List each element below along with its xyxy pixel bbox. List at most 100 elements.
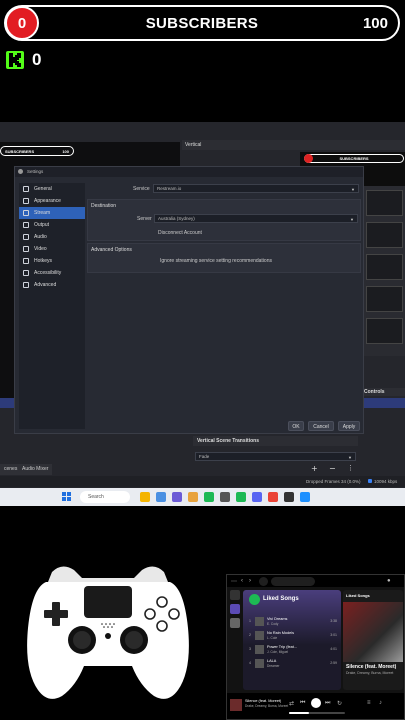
windows-start-icon[interactable] — [62, 492, 72, 502]
playlist-tile[interactable] — [230, 618, 240, 628]
server-select-value: Australia (Sydney) — [158, 216, 195, 221]
track-row[interactable]: 2 No Rain Models L. Cole 3:01 — [249, 630, 339, 642]
now-playing-panel-title: Liked Songs — [346, 593, 370, 598]
track-number: 3 — [249, 647, 251, 651]
sidebar-item-video[interactable]: Video — [19, 243, 85, 255]
sidebar-item-label: Audio — [34, 234, 47, 240]
sidebar-item-general[interactable]: General — [19, 183, 85, 195]
app-icon[interactable] — [236, 492, 246, 502]
destination-title: Destination — [91, 203, 117, 209]
app-icon[interactable] — [188, 492, 198, 502]
ignore-recommendations-checkbox[interactable]: Ignore streaming service setting recomme… — [160, 258, 272, 264]
library-icon[interactable] — [230, 590, 240, 600]
track-art — [255, 631, 264, 640]
app-icon[interactable] — [156, 492, 166, 502]
vertical-scene-transitions-title: Vertical Scene Transitions — [193, 436, 358, 446]
subscriber-goal-bar: 0 SUBSCRIBERS 100 — [4, 5, 400, 41]
volume-icon[interactable]: ♪ — [379, 700, 382, 706]
cancel-button[interactable]: Cancel — [308, 421, 334, 431]
sidebar-item-label: Accessibility — [34, 270, 62, 276]
chrome-icon[interactable] — [268, 492, 278, 502]
track-artist: J. Cole, Miguel — [267, 650, 289, 654]
transition-select[interactable]: Fade ▼ — [195, 452, 356, 461]
wrench-icon — [23, 282, 29, 288]
service-select-value: Restream.io — [157, 186, 182, 191]
sidebar-item-appearance[interactable]: Appearance — [19, 195, 85, 207]
remove-transition-icon[interactable]: − — [329, 464, 336, 473]
queue-icon[interactable]: ≡ — [367, 700, 371, 706]
spotify-search-input[interactable] — [271, 577, 315, 586]
play-playlist-button[interactable] — [249, 594, 260, 605]
kick-follower-count: 0 — [32, 50, 42, 69]
preview-bar-goal: 100 — [62, 149, 69, 154]
avatar[interactable]: ● — [387, 578, 391, 584]
app-icon[interactable] — [172, 492, 182, 502]
dock-panel — [366, 254, 403, 280]
subscriber-goal-title: SUBSCRIBERS — [145, 15, 259, 32]
service-label: Service — [133, 186, 150, 192]
discord-icon[interactable] — [252, 492, 262, 502]
taskbar-search-placeholder: Search — [88, 494, 104, 500]
spotify-top-bar: ⋯ ‹ › ● — [227, 575, 404, 587]
file-explorer-icon[interactable] — [140, 492, 150, 502]
spotify-player-bar: Silence (feat. Moreet) Drake, Dreamy, Bu… — [227, 693, 404, 719]
add-transition-icon[interactable]: + — [311, 464, 318, 473]
controller-icon — [27, 566, 189, 699]
app-icon[interactable] — [220, 492, 230, 502]
service-select[interactable]: Restream.io ▼ — [153, 184, 359, 193]
more-options-icon[interactable]: ⋮ — [347, 464, 354, 472]
sidebar-item-output[interactable]: Output — [19, 219, 85, 231]
sidebar-item-hotkeys[interactable]: Hotkeys — [19, 255, 85, 267]
settings-title: Settings — [27, 169, 44, 174]
tab-audio-mixer[interactable]: Audio Mixer — [18, 464, 53, 475]
now-playing-title: Silence (feat. Moreet) — [346, 664, 397, 670]
spotify-taskbar-icon[interactable] — [204, 492, 214, 502]
playback-progress[interactable] — [289, 712, 345, 714]
forward-icon[interactable]: › — [249, 578, 251, 584]
track-row[interactable]: 1 Vivi Dreams E. Cody 3:38 — [249, 616, 339, 628]
sidebar-item-label: Hotkeys — [34, 258, 53, 264]
now-playing-artist: Drake, Dreamy, Burna, Moreet — [346, 671, 394, 675]
ok-button[interactable]: OK — [288, 421, 304, 431]
sidebar-item-audio[interactable]: Audio — [19, 231, 85, 243]
bitrate-text: 10094 kbps — [374, 479, 398, 484]
chevron-down-icon: ▼ — [348, 455, 352, 460]
next-icon[interactable]: ⏭ — [325, 700, 330, 707]
screen-capture: SUBSCRIBERS 100 Vertical SUBSCRIBERS Con… — [0, 122, 405, 506]
server-select[interactable]: Australia (Sydney) ▼ — [154, 214, 358, 223]
advanced-options-title: Advanced Options — [91, 247, 132, 253]
track-artist: E. Cody — [267, 622, 279, 626]
dropped-frames-text: Dropped Frames 34 (0.0%) — [306, 479, 361, 484]
track-art — [255, 659, 264, 668]
track-row[interactable]: 3 Power Trip (feat... J. Cole, Miguel 4:… — [249, 644, 339, 656]
sidebar-item-accessibility[interactable]: Accessibility — [19, 267, 85, 279]
taskbar-search[interactable]: Search — [80, 491, 130, 503]
play-pause-button[interactable] — [311, 698, 321, 708]
track-number: 1 — [249, 619, 251, 623]
track-name: Vivi Dreams — [267, 617, 288, 621]
kick-follower-counter: 0 — [6, 50, 41, 70]
sidebar-item-advanced[interactable]: Advanced — [19, 279, 85, 291]
previous-icon[interactable]: ⏮ — [300, 700, 305, 707]
apply-button[interactable]: Apply — [338, 421, 360, 431]
settings-titlebar: Settings — [15, 167, 363, 177]
spotify-library-rail — [230, 590, 240, 690]
subscriber-goal-target: 100 — [362, 15, 388, 32]
dock-panel — [366, 190, 403, 216]
now-playing-panel: Liked Songs Silence (feat. Moreet) Drake… — [343, 590, 403, 690]
gear-icon — [23, 186, 29, 192]
home-icon[interactable] — [259, 577, 268, 586]
app-icon[interactable] — [300, 492, 310, 502]
repeat-icon[interactable]: ↻ — [337, 700, 342, 707]
back-icon[interactable]: ‹ — [241, 578, 243, 584]
track-row[interactable]: 4 LALA Dreamer 2:59 — [249, 658, 339, 670]
sidebar-item-stream[interactable]: Stream — [19, 207, 85, 219]
disconnect-account-button[interactable]: Disconnect Account — [158, 230, 202, 236]
output-icon — [23, 222, 29, 228]
sidebar-item-label: Advanced — [34, 282, 57, 288]
track-art — [255, 645, 264, 654]
liked-songs-tile[interactable] — [230, 604, 240, 614]
obs-icon[interactable] — [284, 492, 294, 502]
menu-icon[interactable]: ⋯ — [231, 578, 237, 585]
shuffle-icon[interactable]: ⇄ — [289, 700, 294, 707]
